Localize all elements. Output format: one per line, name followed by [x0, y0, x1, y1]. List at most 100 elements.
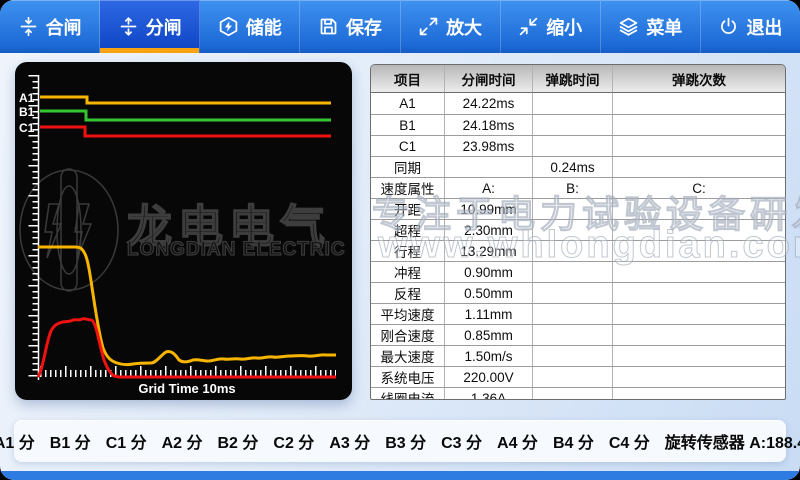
channel-status-item: A1 分: [0, 429, 35, 453]
table-cell: [533, 93, 613, 114]
channel-status-item: A3 分: [329, 429, 370, 453]
tab-label: 退出: [746, 14, 782, 40]
tab-label: 储能: [246, 14, 282, 40]
channel-status-item: A4 分: [497, 429, 538, 453]
table-cell: A:: [445, 178, 533, 198]
table-row: 反程0.50mm: [371, 282, 785, 303]
table-cell: [445, 157, 533, 177]
table-cell: 同期: [371, 157, 445, 177]
table-cell: 2.30mm: [445, 220, 533, 240]
tab-label: 合闸: [46, 14, 82, 40]
table-cell: 24.18ms: [445, 115, 533, 135]
close-breaker-icon: [18, 16, 39, 37]
table-cell: 24.22ms: [445, 93, 533, 114]
table-header-cell: 项目: [371, 65, 445, 93]
channel-status-item: B3 分: [385, 429, 426, 453]
open-breaker-icon: [118, 16, 139, 37]
table-cell: [613, 283, 785, 303]
trace-c1-contact: [40, 127, 331, 136]
table-cell: C1: [371, 136, 445, 156]
table-cell: 线圈电流: [371, 388, 445, 400]
table-cell: 反程: [371, 283, 445, 303]
trace-label-c1: C1: [19, 121, 35, 135]
zoom-in-icon: [418, 16, 439, 37]
x-axis-ruler: [40, 372, 336, 374]
longdian-logo-icon: [20, 169, 118, 291]
table-cell: 1.11mm: [445, 304, 533, 324]
table-cell: [533, 367, 613, 387]
table-row: 刚合速度0.85mm: [371, 324, 785, 345]
table-cell: [613, 367, 785, 387]
table-cell: [533, 304, 613, 324]
channel-status-bar: A1 分B1 分C1 分A2 分B2 分C2 分A3 分B3 分C3 分A4 分…: [14, 420, 786, 462]
channel-status-item: B1 分: [50, 429, 91, 453]
table-cell: 1.36A: [445, 388, 533, 400]
table-header-row: 项目分闸时间弹跳时间弹跳次数: [371, 65, 785, 93]
table-cell: [533, 388, 613, 400]
table-cell: [533, 325, 613, 345]
tab-energy-storage[interactable]: 储能: [200, 0, 300, 53]
table-cell: 23.98ms: [445, 136, 533, 156]
table-row: 最大速度1.50m/s: [371, 345, 785, 366]
table-cell: [613, 136, 785, 156]
trace-label-b1: B1: [19, 105, 35, 119]
table-cell: 0.85mm: [445, 325, 533, 345]
table-cell: [613, 199, 785, 219]
tab-close[interactable]: 合闸: [0, 0, 100, 53]
table-row: 平均速度1.11mm: [371, 303, 785, 324]
tab-open[interactable]: 分闸: [100, 0, 200, 53]
table-row: 速度属性A:B:C:: [371, 177, 785, 198]
tab-exit[interactable]: 退出: [701, 0, 800, 53]
top-tab-bar: 合闸 分闸 储能 保存 放大 缩小 菜单 退出: [0, 0, 800, 53]
table-cell: [613, 304, 785, 324]
channel-status-item: C1 分: [106, 429, 147, 453]
tab-zoom-out[interactable]: 缩小: [501, 0, 601, 53]
table-cell: [533, 136, 613, 156]
tab-zoom-in[interactable]: 放大: [401, 0, 501, 53]
trace-b1-contact: [40, 111, 331, 120]
table-row: C123.98ms: [371, 135, 785, 156]
table-cell: 开距: [371, 199, 445, 219]
table-cell: A1: [371, 93, 445, 114]
table-row: 同期 0.24ms: [371, 156, 785, 177]
channel-status-item: C4 分: [609, 429, 650, 453]
table-cell: 0.24ms: [533, 157, 613, 177]
power-icon: [718, 16, 739, 37]
table-cell: [613, 157, 785, 177]
channel-status-item: C3 分: [441, 429, 482, 453]
table-row: 开距10.99mm: [371, 198, 785, 219]
table-cell: 0.50mm: [445, 283, 533, 303]
table-cell: B:: [533, 178, 613, 198]
tab-save[interactable]: 保存: [300, 0, 400, 53]
table-row: 线圈电流1.36A: [371, 387, 785, 400]
trace-a1-contact: [40, 97, 331, 103]
table-body: A124.22msB124.18msC123.98ms同期0.24ms速度属性A…: [371, 93, 785, 400]
results-table: 项目分闸时间弹跳时间弹跳次数 A124.22msB124.18msC123.98…: [370, 64, 786, 400]
table-cell: 0.90mm: [445, 262, 533, 282]
table-cell: 1.50m/s: [445, 346, 533, 366]
table-header-cell: 分闸时间: [445, 65, 533, 93]
table-cell: 速度属性: [371, 178, 445, 198]
tab-menu[interactable]: 菜单: [601, 0, 701, 53]
tab-label: 放大: [446, 14, 482, 40]
table-cell: 220.00V: [445, 367, 533, 387]
tab-label: 菜单: [646, 14, 682, 40]
table-cell: [533, 199, 613, 219]
table-header-cell: 弹跳次数: [613, 65, 785, 93]
trace-label-a1: A1: [19, 91, 35, 105]
table-cell: B1: [371, 115, 445, 135]
menu-layers-icon: [618, 16, 639, 37]
channel-status-item: C2 分: [273, 429, 314, 453]
logo-english-text: LONGDIAN ELECTRIC: [127, 239, 346, 261]
table-cell: 13.29mm: [445, 241, 533, 261]
channel-status-item: B4 分: [553, 429, 594, 453]
table-cell: 行程: [371, 241, 445, 261]
table-cell: 平均速度: [371, 304, 445, 324]
table-cell: 刚合速度: [371, 325, 445, 345]
table-row: 系统电压220.00V: [371, 366, 785, 387]
tab-label: 缩小: [546, 14, 582, 40]
table-row: 行程13.29mm: [371, 240, 785, 261]
channel-status-item: A2 分: [162, 429, 203, 453]
zoom-out-icon: [518, 16, 539, 37]
table-row: B124.18ms: [371, 114, 785, 135]
